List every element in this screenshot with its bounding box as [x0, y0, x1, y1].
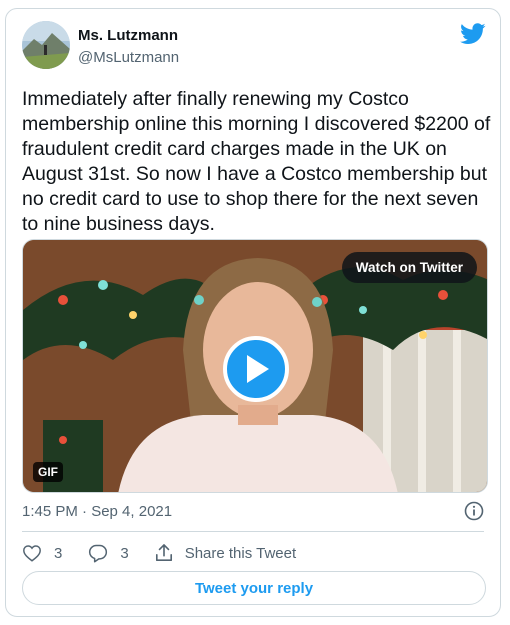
- info-icon[interactable]: [464, 501, 484, 521]
- tweet-actions: 3 3 Share this Tweet: [22, 541, 322, 565]
- avatar[interactable]: [22, 21, 70, 69]
- author-handle[interactable]: @MsLutzmann: [78, 49, 179, 66]
- play-button[interactable]: [223, 336, 289, 402]
- divider: [22, 531, 484, 532]
- like-count: 3: [54, 544, 63, 562]
- gif-badge: GIF: [33, 462, 63, 482]
- twitter-bird-icon[interactable]: [460, 23, 486, 45]
- reply-count: 3: [120, 544, 129, 562]
- heart-icon: [23, 545, 41, 562]
- share-label: Share this Tweet: [184, 544, 297, 562]
- share-button[interactable]: Share this Tweet: [155, 543, 296, 563]
- author-name[interactable]: Ms. Lutzmann: [78, 27, 178, 44]
- play-icon: [247, 355, 269, 383]
- tweet-text: Immediately after finally renewing my Co…: [22, 88, 491, 235]
- media-gif[interactable]: Watch on Twitter GIF: [22, 239, 488, 493]
- reply-action-button[interactable]: 3: [88, 543, 129, 563]
- watch-on-twitter-button[interactable]: Watch on Twitter: [341, 252, 477, 283]
- tweet-card: Ms. Lutzmann @MsLutzmann Immediately aft…: [5, 8, 501, 617]
- reply-icon: [89, 544, 108, 563]
- share-icon: [155, 544, 172, 562]
- like-button[interactable]: 3: [22, 544, 62, 562]
- tweet-your-reply-button[interactable]: Tweet your reply: [22, 571, 486, 605]
- tweet-timestamp[interactable]: 1:45 PM · Sep 4, 2021: [22, 503, 172, 520]
